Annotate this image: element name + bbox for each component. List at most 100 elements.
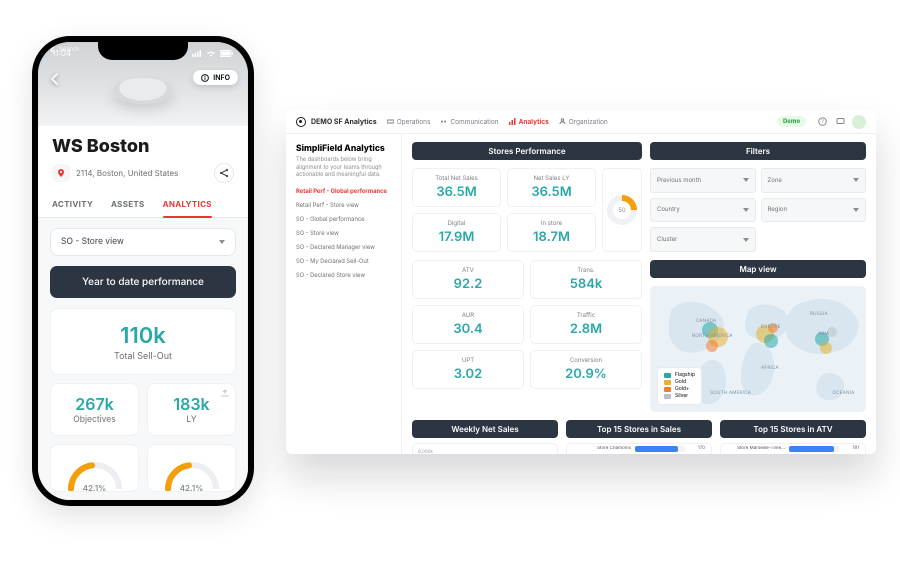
phone-frame: 11:04 Search INFO WS Boston (32, 36, 254, 506)
back-button[interactable] (48, 70, 62, 90)
map-label-3: AFRICA (761, 366, 779, 371)
map-legend: FlagshipGoldGold+Silver (657, 367, 702, 405)
kpi-objectives-label: Objectives (57, 415, 132, 425)
kpi-total-sellout-value: 110k (59, 323, 227, 349)
card-trans: Trans.584k (530, 260, 642, 299)
top-bar: DEMO SF Analytics Operations Communicati… (286, 110, 876, 134)
filter-country[interactable]: Country (650, 198, 756, 223)
card-atv: ATV92.2 (412, 260, 524, 299)
map-view[interactable]: NORTH AMERICASOUTH AMERICAEUROPEAFRICAAS… (650, 286, 866, 412)
tab-activity[interactable]: ACTIVITY (52, 191, 93, 217)
header-map: Map view (650, 260, 866, 278)
gauge-1-value: 42.1% (65, 483, 125, 492)
map-label-4: ASIA (818, 332, 829, 337)
kpi-objectives-value: 267k (57, 394, 132, 414)
chat-icon[interactable] (834, 116, 846, 128)
card-traffic: Traffic2.8M (530, 305, 642, 344)
filter-region[interactable]: Region (761, 198, 867, 223)
analytics-icon (509, 118, 516, 125)
dashboard-window: DEMO SF Analytics Operations Communicati… (286, 110, 876, 454)
header-weekly: Weekly Net Sales (412, 420, 558, 438)
header-top-sales: Top 15 Stores in Sales (566, 420, 712, 438)
bottom-charts: Weekly Net Sales 8,000k4,000k 2.69M3.38M… (412, 420, 866, 454)
header-filters: Filters (650, 142, 866, 160)
rows-sales-row-0: Store Chamonix170 (573, 446, 705, 452)
nav-analytics[interactable]: Analytics (509, 118, 549, 126)
signal-icon (192, 50, 202, 57)
gauge-2: 42.1% (147, 444, 236, 492)
kpi-ly: 183k LY (147, 383, 236, 436)
map-point-2[interactable] (706, 340, 718, 352)
share-button[interactable] (214, 163, 234, 183)
kpi-total-sellout-label: Total Sell-Out (59, 351, 227, 362)
demo-badge: Demo (777, 116, 806, 127)
sidebar-view-1[interactable]: Retail Perf - Store view (296, 202, 391, 209)
sidebar-view-5[interactable]: SO - My Declared Sell-Out (296, 258, 391, 265)
chevron-left-icon (48, 72, 62, 86)
chevron-down-icon (743, 208, 749, 212)
rows-atv-row-0: Store Marseille-Time…181 (727, 446, 859, 452)
tab-analytics[interactable]: ANALYTICS (163, 191, 212, 217)
tab-assets[interactable]: ASSETS (111, 191, 145, 217)
map-label-6: CANADA (696, 319, 717, 324)
card-conversion: Conversion20.9% (530, 350, 642, 389)
sidebar-title: SimpliField Analytics (296, 144, 391, 154)
chevron-down-icon (743, 238, 749, 242)
store-header: WS Boston 2114, Boston, United States (38, 126, 248, 191)
export-icon[interactable] (221, 389, 229, 397)
card-digital: Digital17.9M (412, 213, 501, 252)
gauge-2-value: 42.1% (162, 483, 222, 492)
kpi-ly-value: 183k (154, 394, 229, 414)
sidebar-view-0[interactable]: Retail Perf - Global performance (296, 188, 391, 195)
perf-row-1: Total Net Sales36.5M Net Sales LY36.5M 5… (412, 168, 642, 252)
brand-logo-icon (296, 117, 306, 127)
battery-icon (220, 50, 234, 57)
map-label-7: RUSSIA (810, 312, 828, 317)
wifi-icon (206, 50, 216, 57)
chevron-down-icon (219, 240, 225, 244)
chart-weekly: 8,000k4,000k 2.69M3.38M4.28M2.01M3.79M3.… (412, 443, 558, 454)
phone-screen: 11:04 Search INFO WS Boston (38, 42, 248, 500)
filter-zone[interactable]: Zone (761, 168, 867, 193)
store-address: 2114, Boston, United States (76, 168, 178, 178)
avatar[interactable] (852, 115, 866, 129)
period-banner: Year to date performance (50, 266, 236, 298)
header-top-atv: Top 15 Stores in ATV (720, 420, 866, 438)
sidebar-view-4[interactable]: SO - Declared Manager view (296, 244, 391, 251)
chevron-down-icon (743, 178, 749, 182)
map-label-5: OCEANIA (832, 391, 854, 396)
sidebar-view-2[interactable]: SO - Global performance (296, 216, 391, 223)
map-label-0: NORTH AMERICA (692, 334, 733, 339)
legend-gold+: Gold+ (664, 386, 695, 393)
map-label-1: SOUTH AMERICA (710, 391, 751, 396)
card-upt: UPT3.02 (412, 350, 524, 389)
status-time: 11:04 (52, 48, 71, 58)
nav-organization[interactable]: Organization (559, 118, 608, 126)
communication-icon (440, 118, 447, 125)
kpi-total-sellout: 110k Total Sell-Out (50, 308, 236, 375)
info-icon (201, 74, 209, 82)
brand[interactable]: DEMO SF Analytics (296, 117, 377, 127)
sidebar-view-6[interactable]: SO - Declared Store view (296, 272, 391, 279)
view-select[interactable]: SO - Store view (50, 228, 236, 256)
share-icon (219, 168, 229, 178)
phone-body: SO - Store view Year to date performance… (38, 218, 248, 500)
card-total-net-sales: Total Net Sales36.5M (412, 168, 501, 207)
sidebar-view-3[interactable]: SO - Store view (296, 230, 391, 237)
info-label: INFO (213, 73, 230, 82)
filter-period[interactable]: Previous month (650, 168, 756, 193)
phone-notch (98, 42, 188, 60)
filter-cluster[interactable]: Cluster (650, 227, 756, 252)
info-button[interactable]: INFO (193, 70, 238, 85)
svg-text:?: ? (821, 119, 824, 125)
help-icon[interactable]: ? (816, 116, 828, 128)
view-select-value: SO - Store view (61, 237, 124, 247)
nav-operations[interactable]: Operations (387, 118, 431, 126)
organization-icon (559, 118, 566, 125)
sidebar: SimpliField Analytics The dashboards bel… (286, 134, 402, 454)
map-pin-icon (52, 164, 70, 182)
store-name: WS Boston (52, 136, 234, 157)
nav-communication[interactable]: Communication (440, 118, 498, 126)
chevron-down-icon (853, 208, 859, 212)
legend-flagship: Flagship (664, 372, 695, 379)
